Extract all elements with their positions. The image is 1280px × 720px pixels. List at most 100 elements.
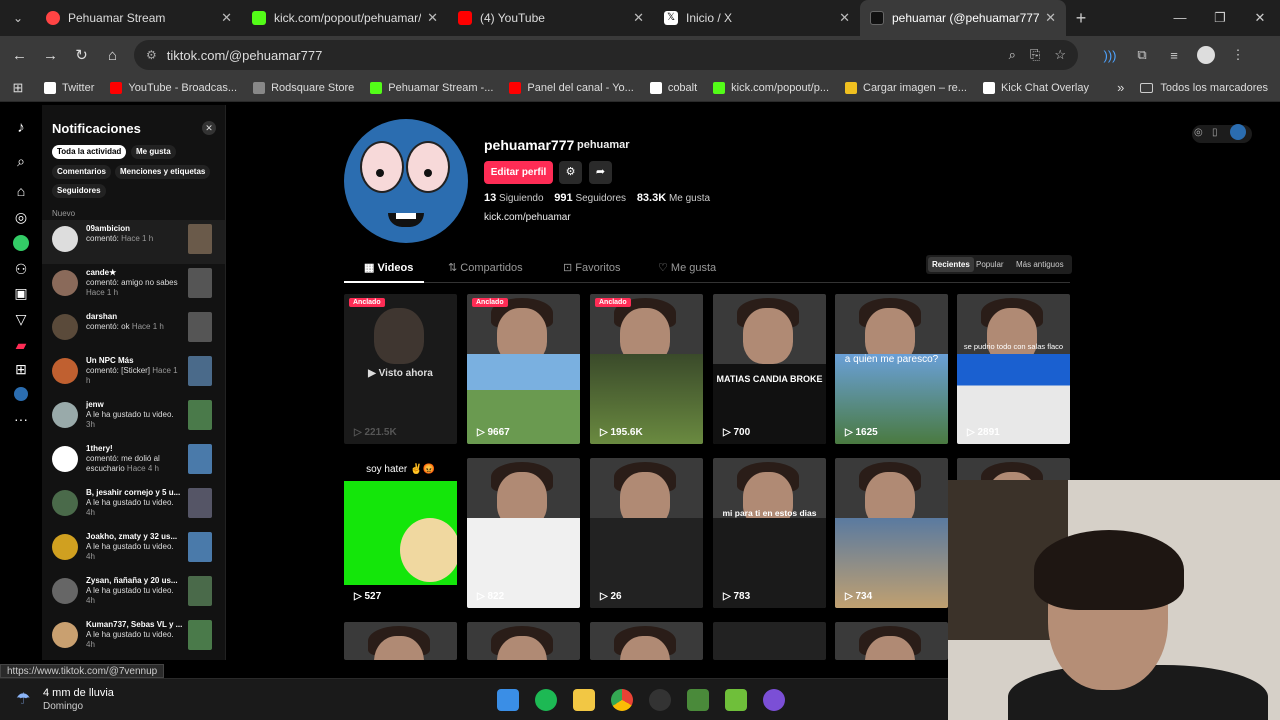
filter-mentions[interactable]: Menciones y etiquetas: [115, 165, 211, 179]
settings-gear-icon[interactable]: ⚙: [559, 161, 582, 184]
following-stat[interactable]: 13 Siguiendo: [484, 192, 544, 204]
bookmark-item[interactable]: Panel del canal - Yo...: [501, 81, 641, 94]
notification-user[interactable]: B, jesahir cornejo y 5 u...: [86, 488, 182, 497]
video-card[interactable]: Anclado ▷ 9667: [467, 294, 580, 444]
video-thumbnail[interactable]: [188, 576, 212, 606]
notification-item[interactable]: Un NPC Más comentó: [Sticker] Hace 1 h: [42, 352, 225, 396]
back-icon[interactable]: ←: [4, 47, 35, 64]
apps-grid-icon[interactable]: ⊞: [0, 80, 36, 96]
reading-list-icon[interactable]: ≡: [1158, 48, 1190, 63]
close-tab-icon[interactable]: ✕: [427, 10, 438, 26]
filter-comments[interactable]: Comentarios: [52, 165, 111, 179]
notification-item[interactable]: Joakho, zmaty y 32 us... A le ha gustado…: [42, 528, 225, 572]
minecraft-launcher-icon[interactable]: [687, 689, 709, 711]
broadcast-extension-icon[interactable]: ))): [1094, 48, 1126, 63]
bookmark-item[interactable]: kick.com/popout/p...: [705, 81, 837, 94]
video-thumbnail[interactable]: [188, 400, 212, 430]
avatar[interactable]: [52, 446, 78, 472]
activity-icon[interactable]: ▰: [12, 337, 30, 355]
notification-user[interactable]: cande★: [86, 268, 182, 277]
video-card[interactable]: ▷ 734: [835, 458, 948, 608]
video-card[interactable]: [467, 622, 580, 660]
close-tab-icon[interactable]: ✕: [633, 10, 644, 26]
tab-videos[interactable]: ▦ Videos: [364, 261, 413, 274]
notification-user[interactable]: darshan: [86, 312, 182, 321]
notification-item[interactable]: darshan comentó: ok Hace 1 h: [42, 308, 225, 352]
avatar[interactable]: [52, 358, 78, 384]
avatar[interactable]: [52, 622, 78, 648]
notification-user[interactable]: 09ambicion: [86, 224, 182, 233]
video-card[interactable]: [590, 622, 703, 660]
live-icon[interactable]: ▣: [12, 285, 30, 303]
address-bar[interactable]: ⚙ tiktok.com/@pehuamar777 ⌕ ⎘ ☆: [134, 40, 1078, 70]
tab-reposts[interactable]: ⇅ Compartidos: [448, 261, 523, 274]
upload-icon[interactable]: ⊞: [12, 361, 30, 379]
video-thumbnail[interactable]: [188, 312, 212, 342]
notification-user[interactable]: Un NPC Más: [86, 356, 182, 365]
restore-icon[interactable]: ❐: [1200, 0, 1240, 36]
video-thumbnail[interactable]: [188, 532, 212, 562]
browser-tab[interactable]: 𝕏 Inicio / X ✕: [654, 0, 860, 36]
video-thumbnail[interactable]: [188, 620, 212, 650]
tiktok-logo-icon[interactable]: ♪: [12, 119, 30, 137]
friends-icon[interactable]: ⚇: [12, 261, 30, 279]
video-thumbnail[interactable]: [188, 488, 212, 518]
phone-icon[interactable]: ▯: [1212, 127, 1218, 138]
profile-avatar-icon[interactable]: [14, 387, 28, 401]
minecraft-icon[interactable]: [725, 689, 747, 711]
site-info-icon[interactable]: ⚙: [146, 48, 157, 62]
explore-icon[interactable]: ◎: [1194, 127, 1203, 138]
minimize-icon[interactable]: —: [1160, 0, 1200, 36]
avatar[interactable]: [1230, 124, 1246, 140]
obs-icon[interactable]: [649, 689, 671, 711]
share-icon[interactable]: ➦: [589, 161, 612, 184]
twitch-icon[interactable]: [763, 689, 785, 711]
video-card[interactable]: ▷ 822: [467, 458, 580, 608]
notification-item[interactable]: B, jesahir cornejo y 5 u... A le ha gust…: [42, 484, 225, 528]
sort-oldest[interactable]: Más antiguos: [1012, 257, 1068, 272]
extensions-icon[interactable]: ⧉: [1126, 47, 1158, 63]
notification-item[interactable]: 1thery! comentó: me dolió al escuchario …: [42, 440, 225, 484]
sort-popular[interactable]: Popular: [972, 257, 1008, 272]
filter-followers[interactable]: Seguidores: [52, 184, 106, 198]
windows-start-icon[interactable]: [497, 689, 519, 711]
notification-item[interactable]: Kuman737, Sebas VL y ... A le ha gustado…: [42, 616, 225, 660]
install-app-icon[interactable]: ⎘: [1030, 47, 1040, 63]
notification-item[interactable]: jenw A le ha gustado tu video. 3h: [42, 396, 225, 440]
bookmark-item[interactable]: Pehuamar Stream -...: [362, 81, 501, 94]
avatar[interactable]: [52, 402, 78, 428]
video-card[interactable]: se pudrio todo con salas flaco ▷ 2891: [957, 294, 1070, 444]
browser-tab[interactable]: (4) YouTube ✕: [448, 0, 654, 36]
bookmark-item[interactable]: Kick Chat Overlay: [975, 81, 1097, 94]
profile-avatar-icon[interactable]: [1197, 46, 1215, 64]
video-card[interactable]: Anclado ▶ Visto ahora ▷ 221.5K: [344, 294, 457, 444]
url-text[interactable]: tiktok.com/@pehuamar777: [167, 48, 995, 63]
notification-user[interactable]: Joakho, zmaty y 32 us...: [86, 532, 182, 541]
zoom-search-icon[interactable]: ⌕: [1009, 47, 1016, 63]
browser-menu-icon[interactable]: ⋮: [1222, 47, 1254, 63]
edit-profile-button[interactable]: Editar perfil: [484, 161, 553, 184]
notification-item[interactable]: Zysan, ñañaña y 20 us... A le ha gustado…: [42, 572, 225, 616]
filter-all-activity[interactable]: Toda la actividad: [52, 145, 127, 159]
home-icon[interactable]: ⌂: [12, 183, 30, 201]
chrome-icon[interactable]: [611, 689, 633, 711]
close-tab-icon[interactable]: ✕: [839, 10, 850, 26]
video-thumbnail[interactable]: [188, 224, 212, 254]
tab-favorites[interactable]: ⊡ Favoritos: [563, 261, 621, 274]
home-icon[interactable]: ⌂: [97, 47, 128, 64]
close-tab-icon[interactable]: ✕: [221, 10, 232, 26]
sort-recent[interactable]: Recientes: [928, 257, 974, 272]
messages-icon[interactable]: ▽: [12, 311, 30, 329]
tab-search-button[interactable]: ⌄: [0, 0, 36, 36]
close-window-icon[interactable]: ✕: [1240, 0, 1280, 36]
video-thumbnail[interactable]: [188, 268, 212, 298]
video-card[interactable]: [713, 622, 826, 660]
avatar[interactable]: [52, 314, 78, 340]
avatar[interactable]: [52, 578, 78, 604]
bookmark-item[interactable]: YouTube - Broadcas...: [102, 81, 245, 94]
notification-user[interactable]: jenw: [86, 400, 182, 409]
notification-user[interactable]: 1thery!: [86, 444, 182, 453]
close-tab-icon[interactable]: ✕: [1045, 10, 1056, 26]
tab-liked[interactable]: ♡ Me gusta: [658, 261, 716, 274]
followers-stat[interactable]: 991 Seguidores: [554, 192, 626, 204]
